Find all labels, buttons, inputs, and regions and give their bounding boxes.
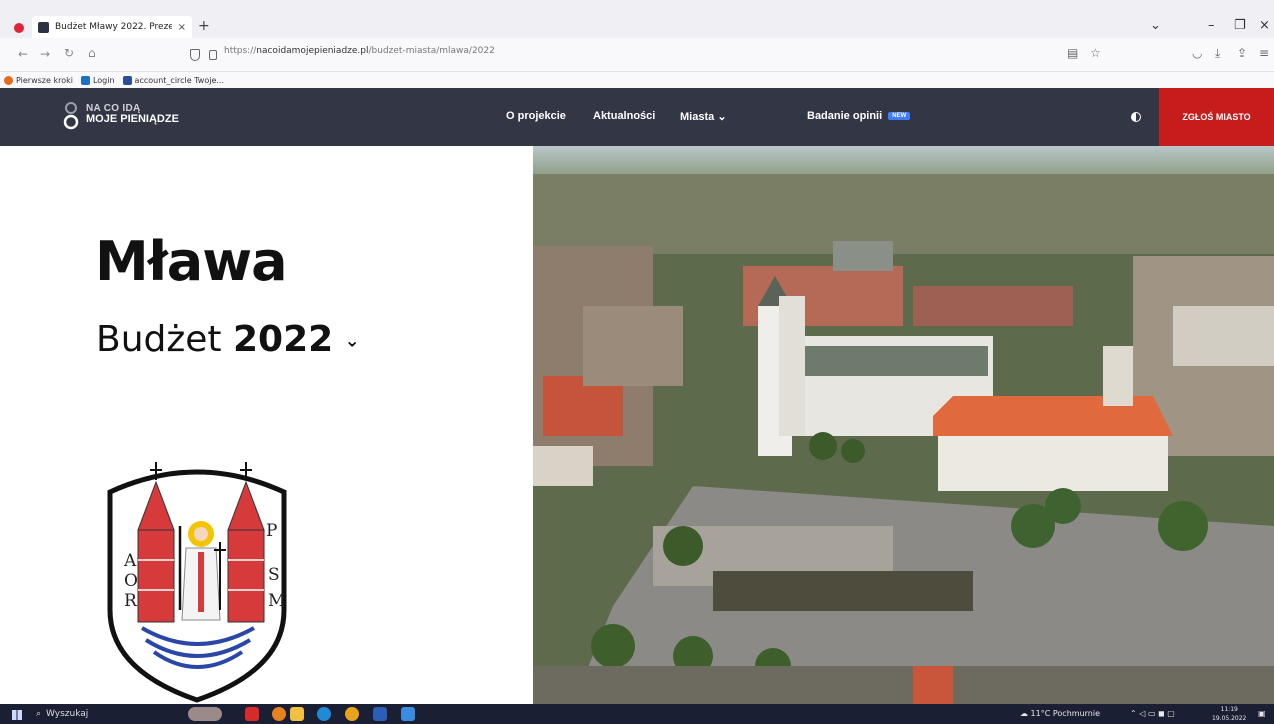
home-icon[interactable]: ⌂ xyxy=(88,46,96,60)
restore-window-button[interactable]: ❐ xyxy=(1234,18,1246,33)
clock[interactable]: 11:19 19.05.2022 xyxy=(1212,705,1246,723)
search-icon: ⌕ xyxy=(36,709,42,719)
downloads-icon[interactable]: ⤓ xyxy=(1215,46,1220,61)
address-bar[interactable]: https://nacoidamojepieniadze.pl/budzet-m… xyxy=(224,46,495,56)
login-bookmark-icon xyxy=(80,75,90,85)
clock-date: 19.05.2022 xyxy=(1212,715,1247,722)
firefox-icon[interactable] xyxy=(14,23,24,33)
site-logo[interactable]: NA CO IDĄ MOJE PIENIĄDZE xyxy=(86,103,179,125)
lock-icon[interactable] xyxy=(209,50,217,60)
crest-letter: R xyxy=(124,591,138,611)
crest-letter: O xyxy=(124,571,138,591)
budget-label: Budżet xyxy=(96,319,222,360)
weather-text: 11°C Pochmurnie xyxy=(1030,709,1100,718)
nav-cities[interactable]: Miasta ⌄ xyxy=(680,110,727,123)
chevron-down-icon: ⌄ xyxy=(344,330,360,352)
acrobat-icon[interactable] xyxy=(245,707,259,721)
taskbar-search[interactable]: ⌕ Wyszukaj xyxy=(36,706,176,722)
chevron-down-icon: ⌄ xyxy=(717,111,727,123)
nav-survey-label: Badanie opinii xyxy=(807,110,883,122)
search-placeholder: Wyszukaj xyxy=(46,709,89,719)
weather-widget[interactable]: ☁ 11°C Pochmurnie xyxy=(1020,709,1100,718)
city-coat-of-arms: A O R P S M xyxy=(107,462,287,703)
logo-line-2: MOJE PIENIĄDZE xyxy=(86,113,179,125)
site-logo-icon[interactable] xyxy=(63,100,79,132)
bookmark-label: Pierwsze kroki xyxy=(16,75,73,85)
cloud-icon: ☁ xyxy=(1020,709,1028,718)
close-window-button[interactable]: × xyxy=(1259,18,1270,33)
nav-cities-label: Miasta xyxy=(680,111,715,123)
browser-tab[interactable]: Budżet Mławy 2022. Prezentacj × xyxy=(32,16,192,38)
reload-icon[interactable]: ↻ xyxy=(64,46,74,60)
crest-letter: A xyxy=(123,551,137,571)
start-menu-icon[interactable] xyxy=(12,710,22,720)
bookmarks-bar: Pierwsze kroki Login account_circle Twoj… xyxy=(0,72,1274,88)
notifications-icon[interactable]: ▣ xyxy=(1258,709,1266,718)
city-aerial-photo xyxy=(533,146,1274,704)
nav-survey[interactable]: Badanie opinii NEW xyxy=(807,110,911,122)
bookmark-account[interactable]: account_circle Twoje... xyxy=(122,75,225,85)
minimize-window-button[interactable]: – xyxy=(1208,18,1215,33)
url-domain: nacoidamojepieniadze.pl xyxy=(256,46,369,56)
crest-letter: P xyxy=(266,521,277,541)
menu-icon[interactable]: ≡ xyxy=(1259,46,1269,60)
reader-view-icon[interactable]: ▤ xyxy=(1067,46,1078,60)
url-prefix: https:// xyxy=(224,46,257,56)
bookmark-star-icon[interactable]: ☆ xyxy=(1090,46,1101,60)
pocket-icon[interactable]: ◡ xyxy=(1192,46,1202,60)
account-bookmark-icon xyxy=(122,75,132,85)
system-tray-icons[interactable]: ⌃ ◁ ▭ ◼ ▢ xyxy=(1130,709,1175,718)
nav-about[interactable]: O projekcie xyxy=(506,110,566,122)
nav-news[interactable]: Aktualności xyxy=(593,110,655,122)
photos-icon[interactable] xyxy=(401,707,415,721)
tab-title: Budżet Mławy 2022. Prezentacj xyxy=(55,22,172,32)
site-favicon-icon xyxy=(38,21,49,33)
forward-arrow-icon[interactable]: → xyxy=(40,47,50,61)
file-explorer-icon[interactable] xyxy=(290,707,304,721)
crest-letter: M xyxy=(268,591,285,611)
firefox-bookmark-icon xyxy=(4,75,13,85)
chrome-icon[interactable] xyxy=(345,707,359,721)
tab-list-chevron-icon[interactable]: ⌄ xyxy=(1150,18,1161,33)
budget-year-selector[interactable]: Budżet 2022 ⌄ xyxy=(96,319,360,360)
back-arrow-icon[interactable]: ← xyxy=(18,47,28,61)
report-city-button[interactable]: ZGŁOŚ MIASTO xyxy=(1159,88,1274,146)
crest-letter: S xyxy=(268,565,280,585)
firefox-taskbar-icon[interactable] xyxy=(272,707,286,721)
bookmark-label: account_circle Twoje... xyxy=(134,75,225,85)
bookmark-first-steps[interactable]: Pierwsze kroki xyxy=(4,75,73,85)
budget-year: 2022 xyxy=(232,319,334,360)
tracking-shield-icon[interactable] xyxy=(190,49,200,61)
bookmark-label: Login xyxy=(92,75,115,85)
city-title: Mława xyxy=(95,230,288,293)
clock-time: 11:19 xyxy=(1220,706,1238,713)
share-icon[interactable]: ⇪ xyxy=(1237,46,1247,60)
new-badge: NEW xyxy=(888,112,911,121)
bookmark-login[interactable]: Login xyxy=(80,75,115,85)
tab-close-icon[interactable]: × xyxy=(178,22,186,33)
new-tab-button[interactable]: + xyxy=(198,18,210,34)
search-highlight-icon[interactable] xyxy=(188,707,222,721)
contrast-toggle-icon[interactable] xyxy=(1131,112,1141,122)
word-icon[interactable] xyxy=(373,707,387,721)
url-path: /budzet-miasta/mlawa/2022 xyxy=(368,46,495,56)
edge-icon[interactable] xyxy=(317,707,331,721)
